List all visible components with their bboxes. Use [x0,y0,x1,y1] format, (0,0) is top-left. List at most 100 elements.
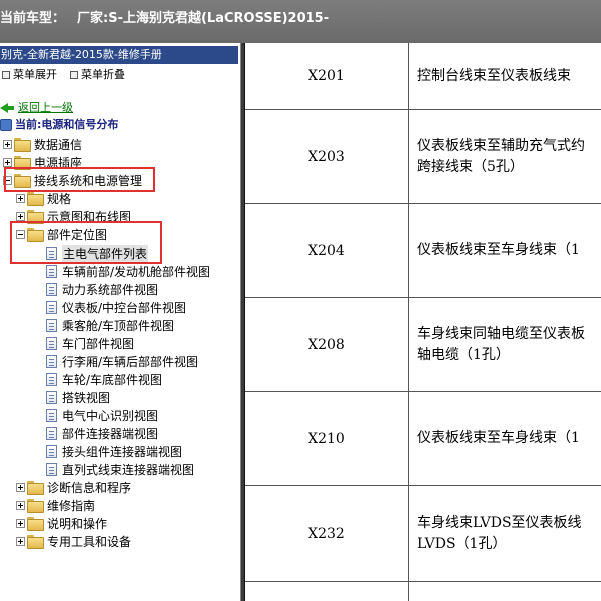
document-icon [46,354,57,368]
expand-plus-icon[interactable] [16,211,25,221]
tree-node-label: 规格 [47,191,72,206]
expand-plus-icon[interactable] [16,193,25,203]
connector-code: X204 [245,204,409,297]
expand-menu-button[interactable]: 菜单展开 [2,67,57,83]
back-link-label: 返回上一级 [18,101,73,114]
tree-node-label: 维修指南 [47,498,96,513]
tree-node-diagnostics[interactable]: 诊断信息和程序 [16,478,131,496]
description-line: 仪表板线束至车身线束（1 [417,430,580,446]
expand-plus-icon[interactable] [16,482,25,492]
current-location: 当前:电源和信号分布 [0,117,118,133]
tree-doc-electrical-center-view[interactable]: 电气中心识别视图 [46,406,158,424]
tree-doc-door-view[interactable]: 车门部件视图 [46,334,134,352]
document-icon [46,444,57,458]
connector-code: X210 [245,392,409,485]
tree-node-label: 车辆前部/发动机舱部件视图 [62,264,211,279]
document-icon [46,408,57,422]
tree-doc-inline-connector-view[interactable]: 直列式线束连接器端视图 [46,460,194,478]
folder-icon [27,481,44,495]
table-row [245,582,601,601]
tree-node-description-operation[interactable]: 说明和操作 [16,514,107,532]
tree-node-label: 车轮/车底部件视图 [62,372,163,387]
folder-icon [14,138,31,152]
description-line: 控制台线束至仪表板线束 [417,67,571,84]
document-icon [46,282,57,296]
connector-description: 仪表板线束至车身线束（1 [417,204,601,297]
back-link[interactable]: 返回上一级 [0,100,73,116]
tree-node-label: 部件连接器端视图 [62,426,159,441]
tree-node-label: 乘客舱/车顶部件视图 [62,318,175,333]
tree-node-label: 仪表板/中控台部件视图 [62,300,187,315]
expand-menu-label: 菜单展开 [13,68,57,81]
connector-code: X208 [245,298,409,391]
tree-node-label: 车门部件视图 [62,336,135,351]
tree-node-label: 直列式线束连接器端视图 [62,462,195,477]
document-icon [46,426,57,440]
description-line: 仪表板线束至车身线束（1 [417,242,580,258]
tree-node-label: 数据通信 [34,137,83,152]
tree-doc-ground-view[interactable]: 搭铁视图 [46,388,110,406]
description-line: 车身线束LVDS至仪表板线 [417,514,582,531]
tree-doc-trunk-rear-view[interactable]: 行李厢/车辆后部部件视图 [46,352,198,370]
collapse-menu-button[interactable]: 菜单折叠 [70,67,125,83]
description-line: 车身线束同轴电缆至仪表板 [417,325,585,342]
expand-plus-icon[interactable] [16,518,25,528]
document-icon [46,336,57,350]
folder-icon [27,517,44,531]
tree-node-label: 搭铁视图 [62,390,111,405]
connector-description: 车身线束同轴电缆至仪表板 轴电缆（1孔） [417,298,601,391]
tree-node-label: 诊断信息和程序 [47,480,132,495]
table-row: X201 控制台线束至仪表板线束 [245,43,601,110]
expand-plus-icon[interactable] [16,500,25,510]
navigation-panel: 别克-全新君越-2015款-维修手册 菜单展开 菜单折叠 返回上一级 当前:电源… [0,43,240,601]
table-row: X210 仪表板线束至车身线束（1 [245,392,601,486]
folder-icon [27,499,44,513]
tree-node-label: 行李厢/车辆后部部件视图 [62,354,199,369]
table-row: X232 车身线束LVDS至仪表板线 LVDS（1孔） [245,486,601,582]
document-icon [46,372,57,386]
tree-node-label: 电气中心识别视图 [62,408,159,423]
collapse-menu-label: 菜单折叠 [81,68,125,81]
table-row: X204 仪表板线束至车身线束（1 [245,204,601,298]
document-icon [46,318,57,332]
description-line: 跨接线束（5孔） [417,158,524,175]
tree-node-label: 专用工具和设备 [47,534,132,549]
connector-code [245,582,409,601]
tree-doc-front-engine-view[interactable]: 车辆前部/发动机舱部件视图 [46,262,210,280]
location-icon [0,119,12,131]
back-arrow-icon [0,102,14,114]
expand-plus-icon[interactable] [3,139,12,149]
document-icon [46,300,57,314]
tree-doc-splice-connector-view[interactable]: 接头组件连接器端视图 [46,442,182,460]
table-row: X208 车身线束同轴电缆至仪表板 轴电缆（1孔） [245,298,601,392]
expand-plus-icon[interactable] [3,157,12,167]
current-location-label: 当前:电源和信号分布 [15,118,119,131]
current-model-label: 当前车型： [0,11,66,26]
connector-code: X201 [245,43,409,109]
expand-icon [2,71,10,79]
connector-code: X203 [245,110,409,203]
expand-plus-icon[interactable] [16,536,25,546]
tree-doc-component-connector-view[interactable]: 部件连接器端视图 [46,424,158,442]
connector-table: X201 控制台线束至仪表板线束 X203 仪表板线束至辅助充气式约 跨接线束（… [245,43,601,601]
tree-doc-wheel-underbody-view[interactable]: 车轮/车底部件视图 [46,370,162,388]
manufacturer-text: 厂家:S-上海别克君越(LaCROSSE)2015- [77,11,330,26]
tree-doc-passenger-roof-view[interactable]: 乘客舱/车顶部件视图 [46,316,174,334]
description-line: 轴电缆（1孔） [417,346,510,363]
document-icon [46,390,57,404]
document-icon [46,462,57,476]
connector-description: 仪表板线束至辅助充气式约 跨接线束（5孔） [417,110,601,203]
title-bar: 当前车型： 厂家:S-上海别克君越(LaCROSSE)2015- [0,0,601,43]
tree-doc-powertrain-view[interactable]: 动力系统部件视图 [46,280,158,298]
folder-icon [27,535,44,549]
description-line: 仪表板线束至辅助充气式约 [417,137,585,154]
description-line: LVDS（1孔） [417,535,507,552]
tree-node-data-communication[interactable]: 数据通信 [3,135,82,153]
folder-icon [27,192,44,206]
connector-description: 仪表板线束至车身线束（1 [417,392,601,485]
tree-node-repair-guide[interactable]: 维修指南 [16,496,95,514]
connector-description: 控制台线束至仪表板线束 [417,43,601,109]
tree-node-special-tools[interactable]: 专用工具和设备 [16,532,131,550]
connector-description: 车身线束LVDS至仪表板线 LVDS（1孔） [417,486,601,581]
tree-doc-instrument-panel-view[interactable]: 仪表板/中控台部件视图 [46,298,186,316]
